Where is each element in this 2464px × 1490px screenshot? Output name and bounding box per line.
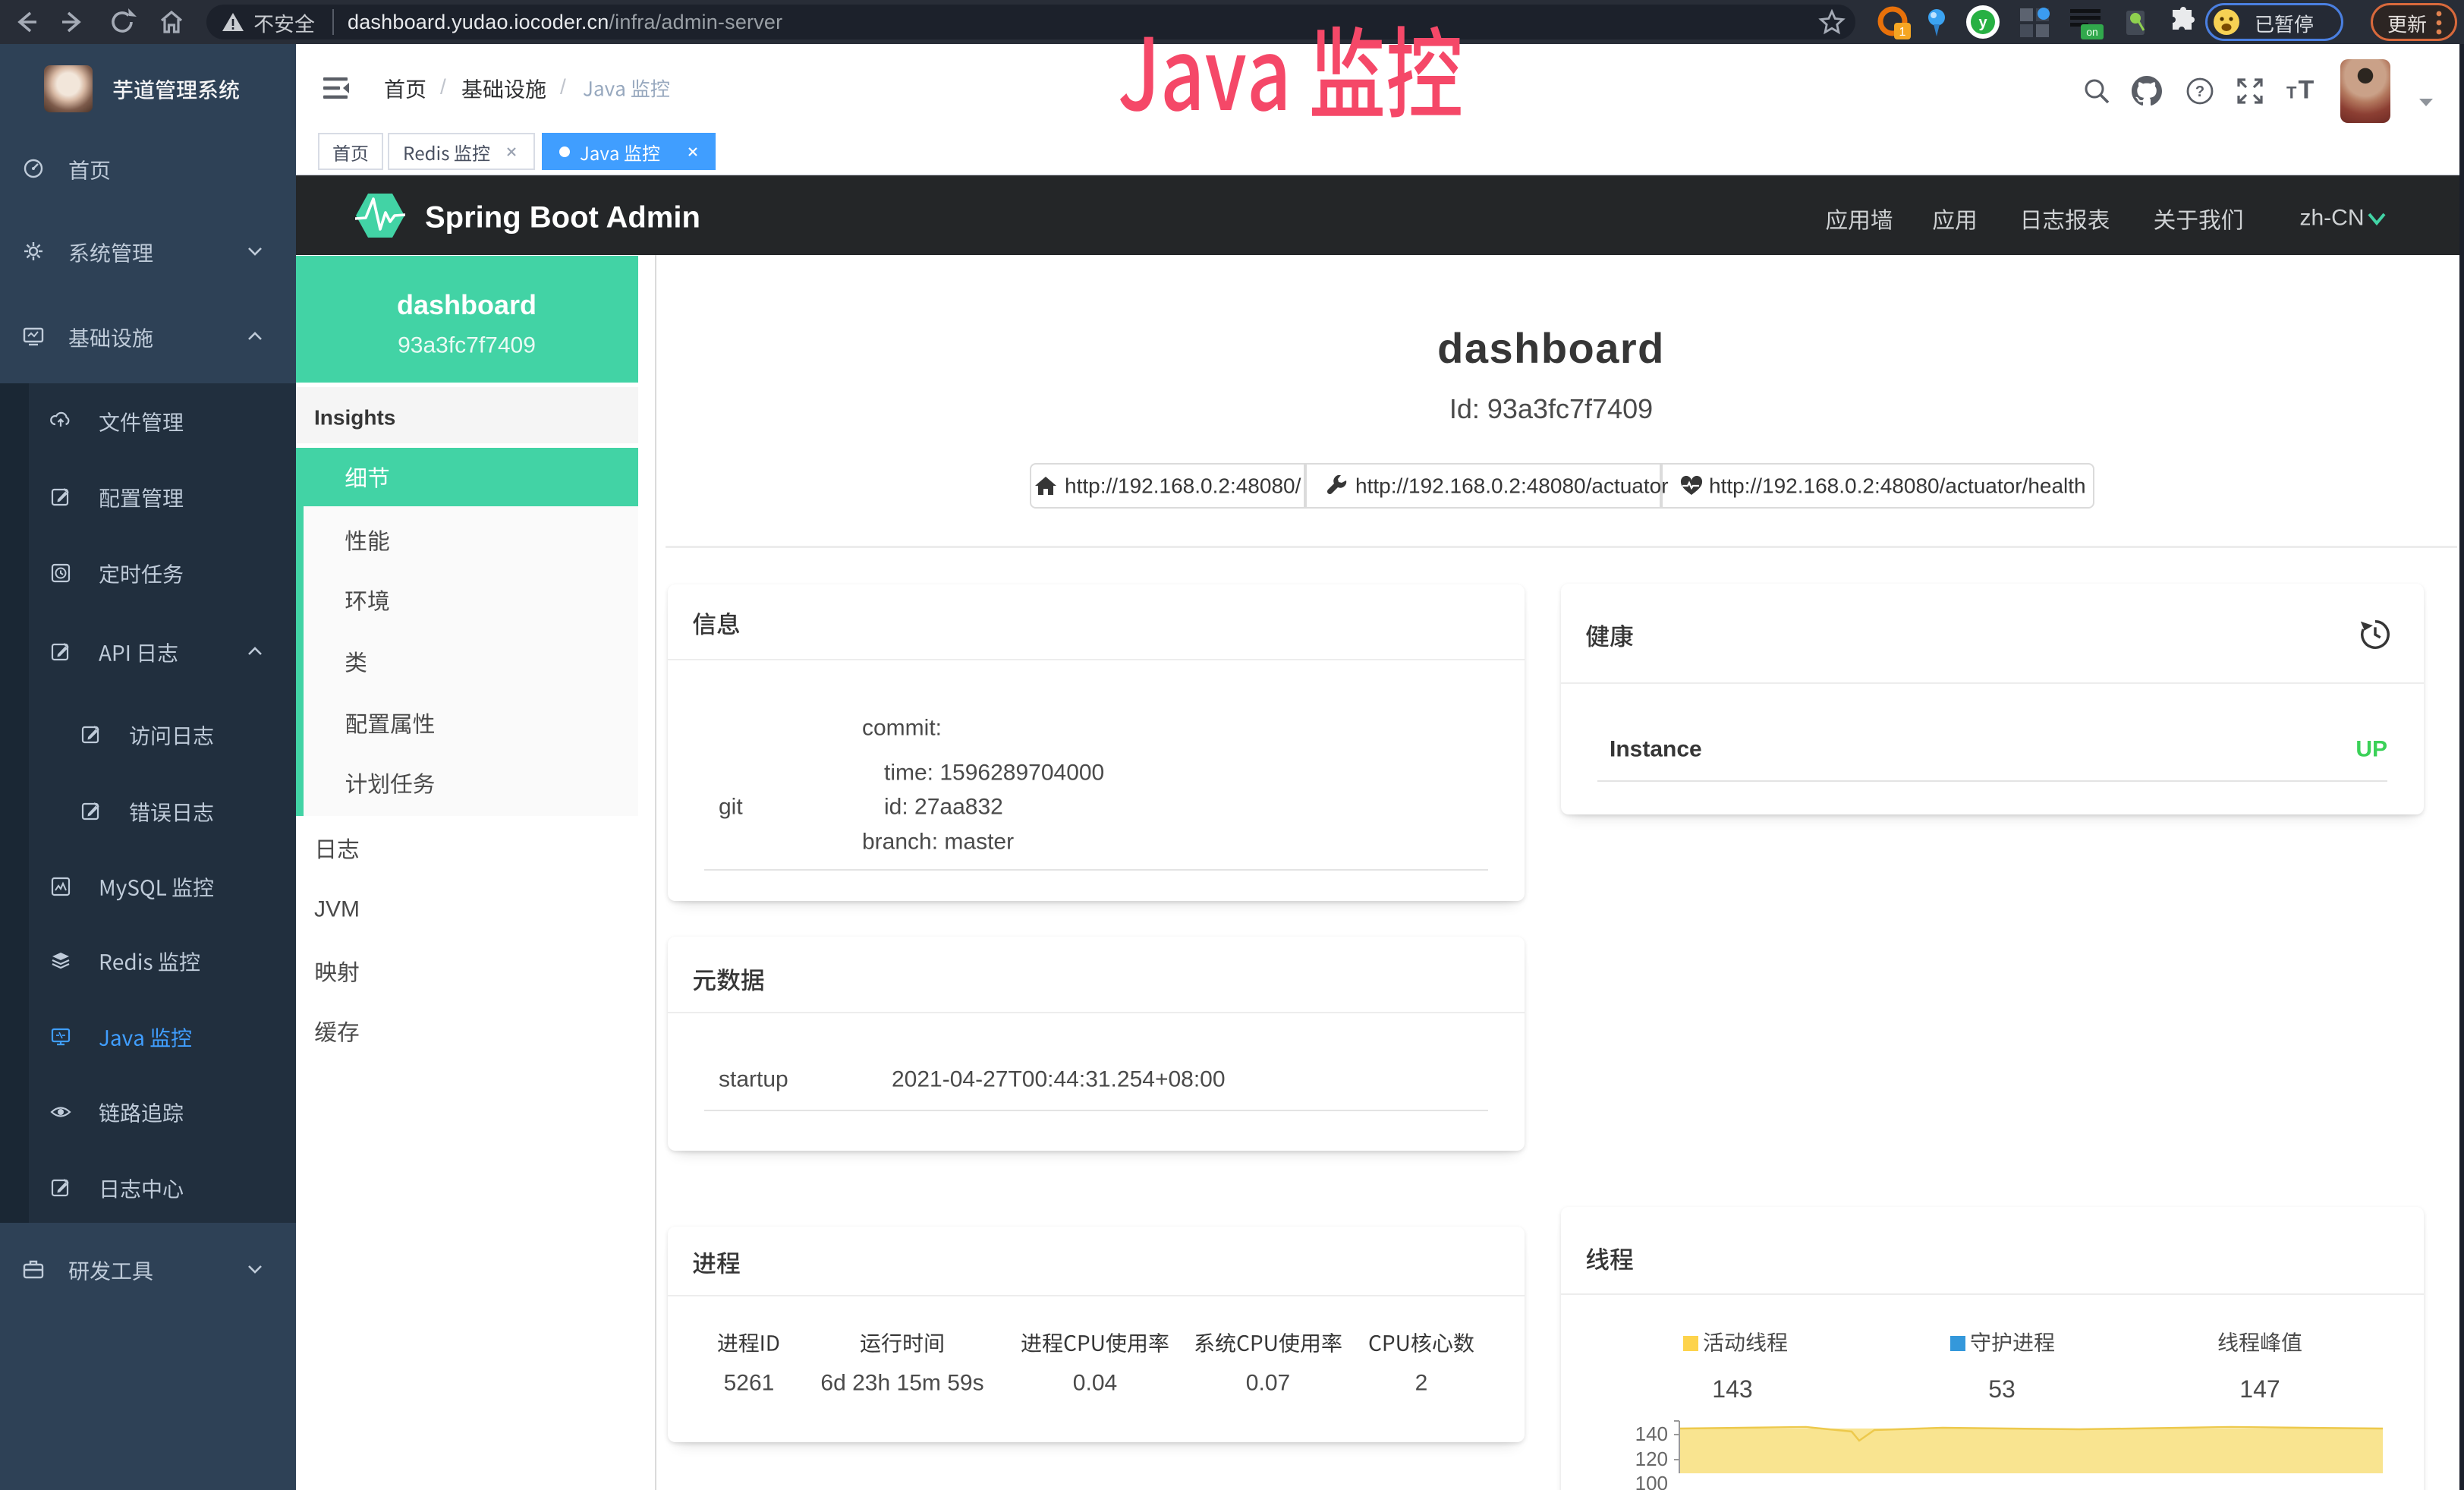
svg-text:?: ? (2195, 83, 2204, 100)
svg-text:100: 100 (1635, 1472, 1668, 1490)
svg-text:y: y (1978, 14, 1987, 31)
svg-text:on: on (2086, 26, 2098, 38)
svg-text:120: 120 (1635, 1447, 1668, 1470)
svg-text:140: 140 (1635, 1422, 1668, 1445)
svg-text:1: 1 (1899, 26, 1906, 39)
